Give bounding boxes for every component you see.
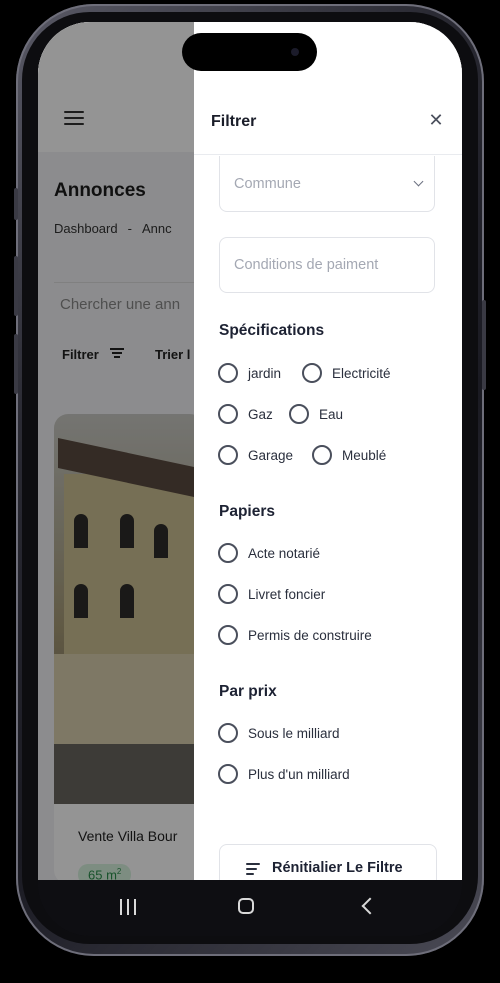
conditions-placeholder: Conditions de paiment — [234, 257, 379, 273]
home-icon[interactable] — [238, 898, 254, 914]
option-eau[interactable]: Eau — [289, 403, 343, 425]
back-icon[interactable] — [361, 897, 379, 915]
radio-icon[interactable] — [218, 764, 238, 784]
option-permis-de-construire[interactable]: Permis de construire — [218, 624, 372, 646]
radio-icon[interactable] — [289, 404, 309, 424]
drawer-title: Filtrer — [211, 113, 257, 130]
commune-select[interactable]: Commune — [219, 156, 435, 212]
radio-icon[interactable] — [218, 445, 238, 465]
radio-icon[interactable] — [218, 543, 238, 563]
option-plus-dun-milliard[interactable]: Plus d'un milliard — [218, 763, 350, 785]
chevron-down-icon — [413, 176, 424, 187]
option-electricite[interactable]: Electricité — [302, 362, 391, 384]
option-jardin[interactable]: jardin — [218, 362, 281, 384]
option-acte-notarie[interactable]: Acte notarié — [218, 542, 320, 564]
radio-icon[interactable] — [312, 445, 332, 465]
camera-icon — [291, 48, 299, 56]
radio-icon[interactable] — [218, 584, 238, 604]
power-button — [482, 300, 486, 390]
option-sous-le-milliard[interactable]: Sous le milliard — [218, 722, 340, 744]
specifications-title: Spécifications — [219, 322, 325, 339]
radio-icon[interactable] — [218, 625, 238, 645]
option-garage[interactable]: Garage — [218, 444, 293, 466]
reset-filter-label: Rénitialier Le Filtre — [272, 860, 403, 876]
par-prix-title: Par prix — [219, 683, 277, 700]
radio-icon[interactable] — [218, 723, 238, 743]
option-livret-foncier[interactable]: Livret foncier — [218, 583, 325, 605]
papiers-title: Papiers — [219, 503, 276, 520]
volume-up-button — [14, 256, 18, 316]
radio-icon[interactable] — [218, 404, 238, 424]
commune-placeholder: Commune — [234, 176, 301, 192]
reset-filter-button[interactable]: Rénitialier Le Filtre — [219, 844, 437, 880]
close-icon[interactable]: ✕ — [426, 110, 446, 130]
recents-icon[interactable] — [120, 899, 138, 915]
option-meuble[interactable]: Meublé — [312, 444, 386, 466]
phone-screen: Annonces Dashboard - Annc Chercher une ann… — [38, 22, 462, 880]
filter-drawer: Filtrer ✕ Commune Conditions de paiment … — [194, 22, 462, 880]
option-gaz[interactable]: Gaz — [218, 403, 273, 425]
dynamic-island — [182, 33, 317, 71]
radio-icon[interactable] — [218, 363, 238, 383]
conditions-paiement-field[interactable]: Conditions de paiment — [219, 237, 435, 293]
filter-lines-icon — [246, 863, 260, 875]
action-button — [14, 188, 18, 220]
system-nav-bar — [38, 880, 462, 936]
radio-icon[interactable] — [302, 363, 322, 383]
volume-down-button — [14, 334, 18, 394]
